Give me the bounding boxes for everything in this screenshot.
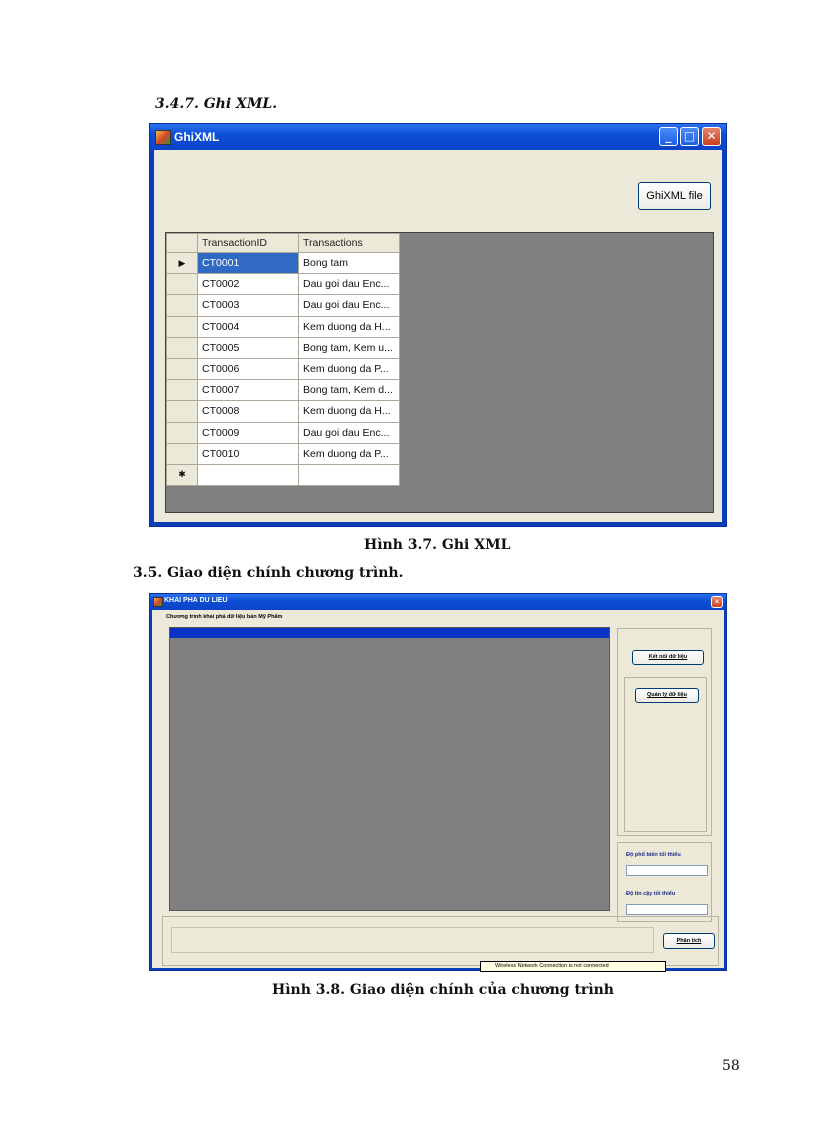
table-row[interactable]: CT0005 Bong tam, Kem u... bbox=[166, 336, 400, 359]
cell-transaction-id[interactable]: CT0009 bbox=[197, 421, 299, 444]
table-row[interactable]: CT0004 Kem duong da H... bbox=[166, 315, 400, 338]
network-notification-text: Wireless Network Connection is not conne… bbox=[495, 963, 609, 969]
row-header[interactable] bbox=[166, 421, 198, 444]
close-icon[interactable]: ✕ bbox=[711, 596, 723, 608]
ghixml-window: GhiXML _ □ ✕ GhiXML file TransactionID T… bbox=[149, 123, 727, 527]
app-icon bbox=[155, 130, 171, 145]
cell-transactions[interactable]: Bong tam bbox=[298, 251, 400, 275]
cell-transactions[interactable]: Dau goi dau Enc... bbox=[298, 273, 400, 296]
cell-transactions[interactable]: Dau goi dau Enc... bbox=[298, 294, 400, 317]
section-heading-347: 3.4.7. Ghi XML. bbox=[155, 96, 278, 112]
cell-new-transactions[interactable] bbox=[298, 463, 400, 487]
row-header[interactable] bbox=[166, 442, 198, 465]
cell-new-transaction-id[interactable] bbox=[197, 463, 299, 487]
current-row-arrow-icon: ▶ bbox=[166, 251, 198, 275]
row-header[interactable] bbox=[166, 294, 198, 317]
cell-transactions[interactable]: Kem duong da P... bbox=[298, 357, 400, 381]
cell-transaction-id[interactable]: CT0007 bbox=[197, 379, 299, 402]
ghixml-window-title: GhiXML bbox=[174, 130, 220, 144]
connect-data-button[interactable]: Kết nối dữ liệu bbox=[632, 650, 704, 665]
column-header-transactions[interactable]: Transactions bbox=[298, 233, 400, 253]
app-icon bbox=[153, 597, 163, 607]
cell-transactions[interactable]: Kem duong da P... bbox=[298, 442, 400, 465]
main-window-title: KHAI PHA DU LIEU bbox=[164, 597, 228, 604]
cell-transaction-id[interactable]: CT0008 bbox=[197, 400, 299, 423]
manage-data-subgroup: Quản lý dữ liệu bbox=[624, 677, 707, 832]
row-header[interactable] bbox=[166, 379, 198, 402]
table-row[interactable]: CT0009 Dau goi dau Enc... bbox=[166, 421, 400, 444]
maximize-icon[interactable]: □ bbox=[680, 127, 699, 146]
cell-transaction-id[interactable]: CT0010 bbox=[197, 442, 299, 465]
min-confidence-label: Độ tin cậy tối thiểu bbox=[626, 891, 676, 897]
cell-transactions[interactable]: Dau goi dau Enc... bbox=[298, 421, 400, 444]
minimize-icon[interactable]: _ bbox=[659, 127, 678, 146]
new-row-star-icon: ✱ bbox=[166, 463, 198, 487]
data-display-area[interactable] bbox=[169, 627, 610, 911]
table-row[interactable]: CT0006 Kem duong da P... bbox=[166, 357, 400, 381]
new-row[interactable]: ✱ bbox=[166, 463, 400, 487]
row-header-corner bbox=[166, 233, 198, 253]
row-header[interactable] bbox=[166, 315, 198, 338]
cell-transactions[interactable]: Bong tam, Kem d... bbox=[298, 379, 400, 402]
program-subtitle: Chương trình khai phá dữ liệu bán Mỹ Phẩ… bbox=[166, 614, 283, 620]
data-actions-group: Kết nối dữ liệu Quản lý dữ liệu bbox=[617, 628, 712, 836]
cell-transaction-id[interactable]: CT0004 bbox=[197, 315, 299, 338]
bottom-status-group: Phân tích bbox=[162, 916, 719, 966]
parameters-group: Độ phổ biến tối thiểu Độ tin cậy tối thi… bbox=[617, 842, 712, 922]
status-textbox[interactable] bbox=[171, 927, 654, 953]
main-titlebar[interactable]: KHAI PHA DU LIEU ✕ bbox=[150, 594, 726, 610]
cell-transaction-id[interactable]: CT0002 bbox=[197, 273, 299, 296]
page-number: 58 bbox=[722, 1058, 740, 1074]
figure-caption-38: Hình 3.8. Giao diện chính của chương trì… bbox=[272, 982, 614, 998]
column-header-transactionid[interactable]: TransactionID bbox=[197, 233, 299, 253]
manage-data-button[interactable]: Quản lý dữ liệu bbox=[635, 688, 699, 703]
table-row[interactable]: CT0010 Kem duong da P... bbox=[166, 442, 400, 465]
cell-transactions[interactable]: Kem duong da H... bbox=[298, 315, 400, 338]
analyze-button[interactable]: Phân tích bbox=[663, 933, 715, 949]
main-window: KHAI PHA DU LIEU ✕ Chương trình khai phá… bbox=[149, 593, 727, 972]
main-client-area: Chương trình khai phá dữ liệu bán Mỹ Phẩ… bbox=[152, 610, 724, 968]
transactions-table: TransactionID Transactions ▶ CT0001 Bong… bbox=[166, 233, 400, 487]
row-header[interactable] bbox=[166, 400, 198, 423]
row-header[interactable] bbox=[166, 357, 198, 381]
table-row[interactable]: CT0002 Dau goi dau Enc... bbox=[166, 273, 400, 296]
transactions-grid[interactable]: TransactionID Transactions ▶ CT0001 Bong… bbox=[165, 232, 714, 513]
min-support-input[interactable] bbox=[626, 865, 708, 876]
cell-transaction-id[interactable]: CT0006 bbox=[197, 357, 299, 381]
min-support-label: Độ phổ biến tối thiểu bbox=[626, 852, 681, 858]
section-heading-35: 3.5. Giao diện chính chương trình. bbox=[133, 565, 404, 581]
data-display-header-bar bbox=[170, 628, 609, 638]
cell-transactions[interactable]: Bong tam, Kem u... bbox=[298, 336, 400, 359]
table-row[interactable]: CT0008 Kem duong da H... bbox=[166, 400, 400, 423]
row-header[interactable] bbox=[166, 273, 198, 296]
cell-transaction-id[interactable]: CT0001 bbox=[197, 251, 299, 275]
ghixml-client-area: GhiXML file TransactionID Transactions ▶… bbox=[154, 150, 722, 522]
cell-transaction-id[interactable]: CT0003 bbox=[197, 294, 299, 317]
figure-caption-37: Hình 3.7. Ghi XML bbox=[364, 537, 511, 553]
row-header[interactable] bbox=[166, 336, 198, 359]
table-row[interactable]: ▶ CT0001 Bong tam bbox=[166, 251, 400, 275]
table-row[interactable]: CT0003 Dau goi dau Enc... bbox=[166, 294, 400, 317]
cell-transactions[interactable]: Kem duong da H... bbox=[298, 400, 400, 423]
ghixml-titlebar[interactable]: GhiXML _ □ ✕ bbox=[150, 124, 726, 150]
min-confidence-input[interactable] bbox=[626, 904, 708, 915]
close-icon[interactable]: ✕ bbox=[702, 127, 721, 146]
ghixml-file-button[interactable]: GhiXML file bbox=[638, 182, 711, 210]
network-notification-balloon[interactable]: Wireless Network Connection is not conne… bbox=[480, 961, 666, 972]
cell-transaction-id[interactable]: CT0005 bbox=[197, 336, 299, 359]
table-row[interactable]: CT0007 Bong tam, Kem d... bbox=[166, 379, 400, 402]
